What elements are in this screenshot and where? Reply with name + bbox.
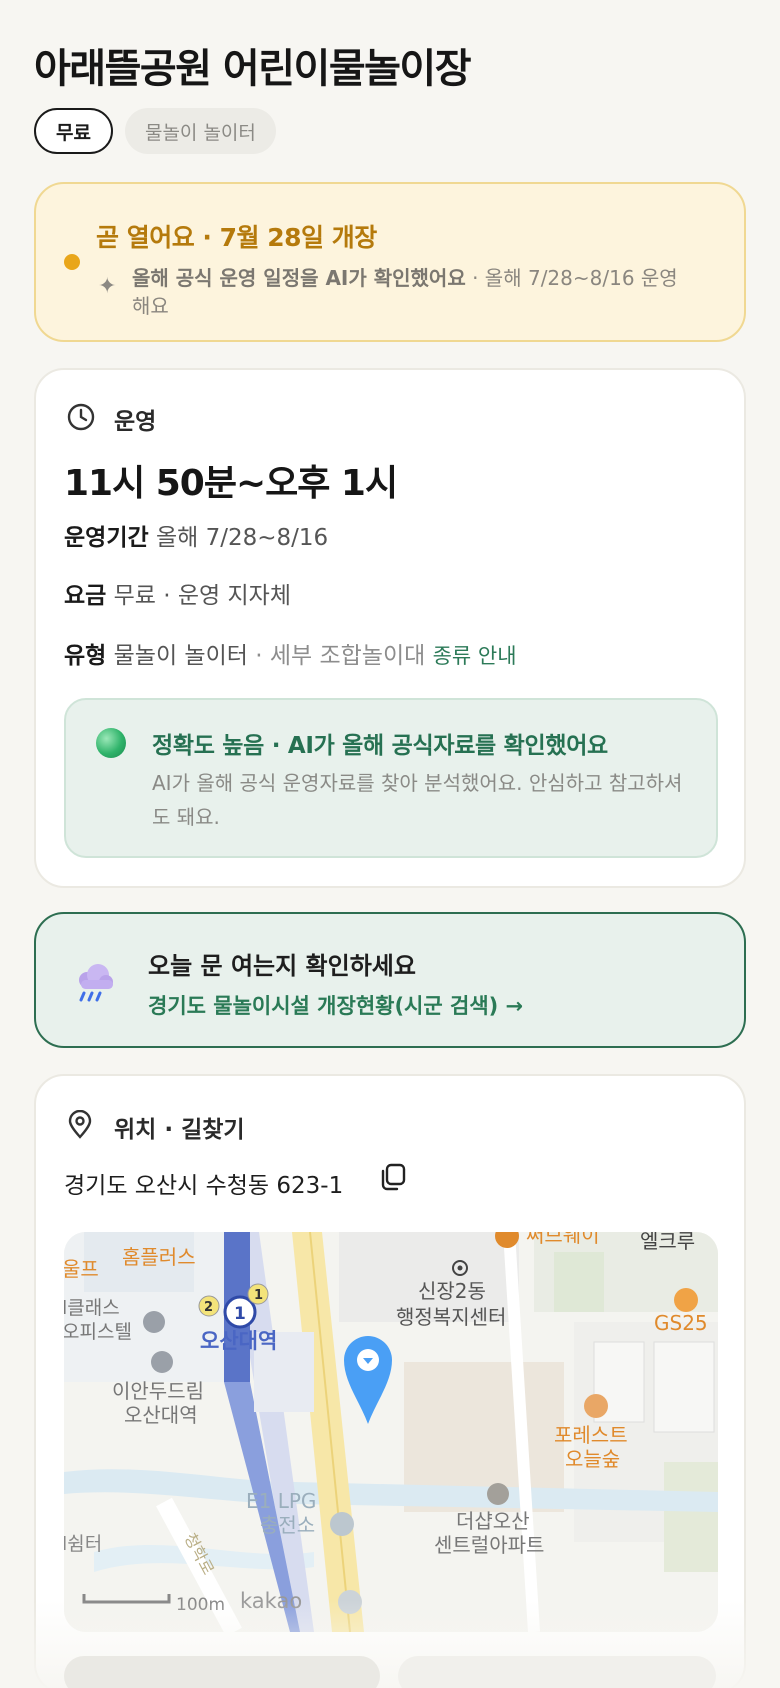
tag-free-chip[interactable]: 무료 <box>34 108 113 154</box>
type-detail: · 세부 조합놀이대 <box>247 643 426 669</box>
fee-label: 요금 <box>64 583 107 609</box>
opening-headline: 곧 열어요 · 7월 28일 개장 <box>96 223 377 252</box>
period-value: 올해 7/28~8/16 <box>155 525 329 551</box>
map-line1-badge: 1 <box>254 1288 263 1303</box>
map-label-golf: 울프 <box>64 1257 99 1281</box>
bottom-action-left[interactable] <box>64 1656 380 1688</box>
rain-cloud-icon <box>79 964 113 1002</box>
map-label-iandu1: 이안두드림 <box>112 1379 204 1403</box>
map-label-shelter: l쉼터 <box>64 1533 102 1555</box>
open-check-title: 오늘 문 여는지 확인하세요 <box>148 952 416 980</box>
map-label-class2: 오피스텔 <box>64 1321 132 1343</box>
map-label-class1: l클래스 <box>64 1297 120 1319</box>
opening-notice-card: 곧 열어요 · 7월 28일 개장 ✦ 올해 공식 운영 일정을 AI가 확인했… <box>34 182 746 342</box>
location-section-title: 위치 · 길찾기 <box>114 1117 245 1143</box>
map-label-station: 오산대역 <box>200 1329 277 1353</box>
location-card: 위치 · 길찾기 경기도 오산시 수청동 623-1 홈플러스 울프 l클래스 … <box>34 1074 746 1688</box>
status-dot-icon <box>64 254 80 270</box>
map-label-apt2: 센트럴아파트 <box>434 1533 544 1557</box>
map-label-iandu2: 오산대역 <box>124 1403 198 1427</box>
map-label-sinjang1: 신장2동 <box>418 1279 486 1303</box>
copy-icon[interactable] <box>378 1162 408 1192</box>
accuracy-title: 정확도 높음 · AI가 올해 공식자료를 확인했어요 <box>152 733 608 759</box>
open-check-card[interactable]: 오늘 문 여는지 확인하세요 경기도 물놀이시설 개장현황(시군 검색) → <box>34 912 746 1048</box>
map-label-lpg1: E1 LPG <box>246 1489 316 1513</box>
map-label-forest2: 오늘숲 <box>565 1447 620 1471</box>
accuracy-orb-icon <box>96 728 126 758</box>
opening-detail: 올해 공식 운영 일정을 AI가 확인했어요 · 올해 7/28~8/16 운영… <box>132 264 692 320</box>
location-map[interactable]: 홈플러스 울프 l클래스 오피스텔 이안두드림 오산대역 1 2 1 오산대역 … <box>64 1232 718 1632</box>
map-label-subway: 써브웨이 <box>526 1232 600 1247</box>
clock-icon <box>67 403 95 431</box>
map-label-gs: GS25 <box>654 1311 708 1335</box>
accuracy-body: AI가 올해 공식 운영자료를 찾아 분석했어요. 안심하고 참고하셔도 돼요. <box>152 771 683 829</box>
type-value: 물놀이 놀이터 <box>113 643 248 669</box>
accuracy-box: 정확도 높음 · AI가 올해 공식자료를 확인했어요 AI가 올해 공식 운영… <box>64 698 718 858</box>
fee-value: 무료 · 운영 지자체 <box>113 583 292 609</box>
map-line1-marker: 1 <box>234 1304 246 1324</box>
tag-list: 무료 물놀이 놀이터 <box>34 108 276 154</box>
map-label-apt1: 더샵오산 <box>456 1509 530 1533</box>
type-guide-link[interactable]: 종류 안내 <box>433 644 517 668</box>
sparkle-icon: ✦ <box>98 274 117 299</box>
location-pin-icon <box>68 1110 92 1139</box>
ai-confirm-text: 올해 공식 운영 일정을 AI가 확인했어요 <box>132 266 466 290</box>
map-label-sinjang2: 행정복지센터 <box>396 1305 506 1329</box>
tag-type-chip[interactable]: 물놀이 놀이터 <box>124 108 276 154</box>
map-label-elk: 엘크루 <box>640 1232 695 1253</box>
map-label-forest1: 포레스트 <box>554 1423 628 1447</box>
period-label: 운영기간 <box>64 525 149 551</box>
type-row: 유형 물놀이 놀이터 · 세부 조합놀이대 종류 안내 <box>64 636 517 670</box>
operating-hours: 11시 50분~오후 1시 <box>64 463 398 504</box>
fee-row: 요금 무료 · 운영 지자체 <box>64 576 291 610</box>
open-status-link[interactable]: 경기도 물놀이시설 개장현황(시군 검색) → <box>148 990 523 1020</box>
type-label: 유형 <box>64 643 107 669</box>
map-line2-marker: 2 <box>204 1300 213 1315</box>
map-label-lpg2: 충전소 <box>260 1513 315 1537</box>
operation-section-title: 운영 <box>114 409 157 435</box>
address-text: 경기도 오산시 수청동 623-1 <box>64 1173 344 1199</box>
map-canvas[interactable]: 홈플러스 울프 l클래스 오피스텔 이안두드림 오산대역 1 2 1 오산대역 … <box>64 1232 718 1632</box>
operation-card: 운영 11시 50분~오후 1시 운영기간 올해 7/28~8/16 요금 무료… <box>34 368 746 888</box>
map-label-homeplus: 홈플러스 <box>122 1245 196 1269</box>
period-row: 운영기간 올해 7/28~8/16 <box>64 518 328 552</box>
page-title: 아래뜰공원 어린이물놀이장 <box>34 46 472 92</box>
bottom-action-right[interactable] <box>398 1656 716 1688</box>
